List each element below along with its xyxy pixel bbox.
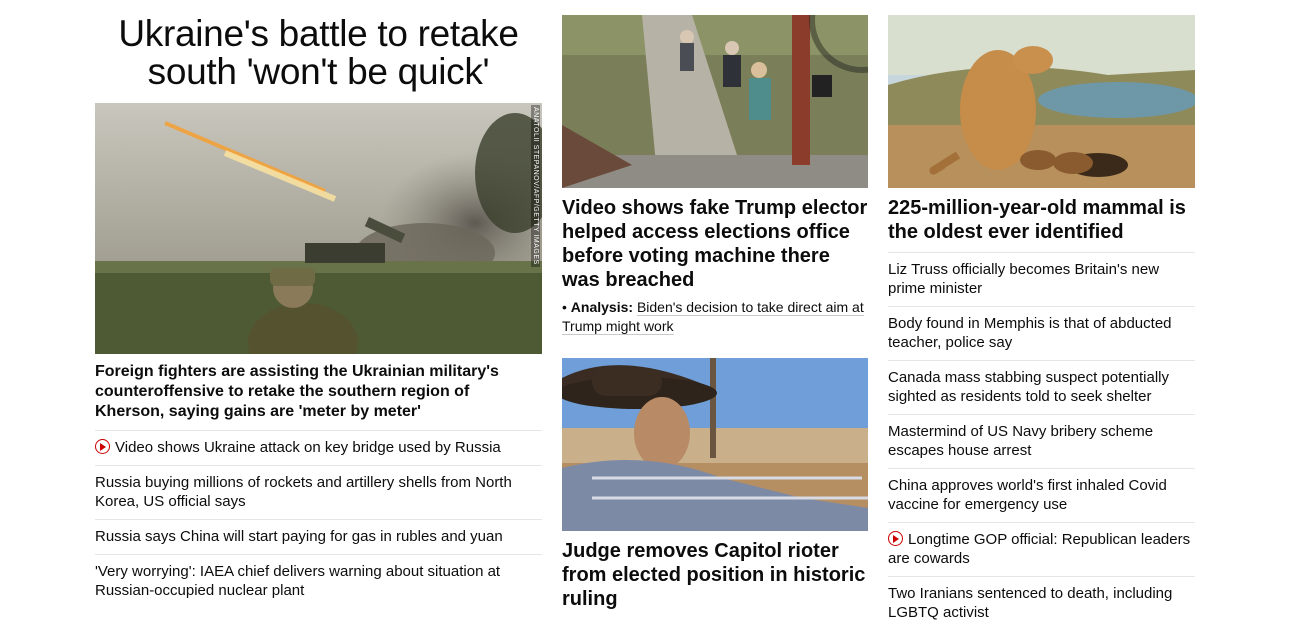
link-text: Two Iranians sentenced to death, includi… — [888, 585, 1173, 621]
link-text: Video shows Ukraine attack on key bridge… — [115, 439, 501, 456]
link-text: Russia buying millions of rockets and ar… — [95, 474, 512, 510]
elector-headline[interactable]: Video shows fake Trump elector helped ac… — [562, 196, 868, 292]
doorbell-camera-photo — [562, 15, 868, 188]
lead-headline[interactable]: Ukraine's battle to retake south 'won't … — [95, 15, 542, 103]
link-text: Canada mass stabbing suspect potentially… — [888, 369, 1170, 405]
right-column: 225-million-year-old mammal is the oldes… — [888, 15, 1195, 630]
headline-list: Liz Truss officially becomes Britain's n… — [888, 252, 1195, 630]
link-text: Russia says China will start paying for … — [95, 528, 503, 545]
list-item[interactable]: Body found in Memphis is that of abducte… — [888, 306, 1195, 360]
analysis-label: Analysis: — [570, 299, 634, 315]
rioter-image[interactable] — [562, 358, 868, 531]
list-item[interactable]: Russia buying millions of rockets and ar… — [95, 465, 542, 519]
play-video-icon — [95, 439, 110, 454]
photo-credit: ANATOLII STEPANOV/AFP/GETTY IMAGES — [531, 105, 540, 267]
list-item[interactable]: Canada mass stabbing suspect potentially… — [888, 360, 1195, 414]
lead-story: Ukraine's battle to retake south 'won't … — [95, 15, 542, 608]
link-text: Mastermind of US Navy bribery scheme esc… — [888, 423, 1154, 459]
list-item[interactable]: China approves world's first inhaled Cov… — [888, 468, 1195, 522]
cowboy-hat-photo — [562, 358, 868, 531]
link-text: 'Very worrying': IAEA chief delivers war… — [95, 563, 501, 599]
rioter-headline[interactable]: Judge removes Capitol rioter from electe… — [562, 539, 868, 611]
list-item[interactable]: Two Iranians sentenced to death, includi… — [888, 576, 1195, 630]
list-item[interactable]: Longtime GOP official: Republican leader… — [888, 522, 1195, 576]
link-text: Liz Truss officially becomes Britain's n… — [888, 261, 1160, 297]
list-item[interactable]: Liz Truss officially becomes Britain's n… — [888, 252, 1195, 306]
related-links: Video shows Ukraine attack on key bridge… — [95, 430, 542, 608]
middle-column: Video shows fake Trump elector helped ac… — [562, 15, 868, 611]
list-item[interactable]: Russia says China will start paying for … — [95, 519, 542, 554]
list-item[interactable]: 'Very worrying': IAEA chief delivers war… — [95, 554, 542, 608]
link-text: Body found in Memphis is that of abducte… — [888, 315, 1172, 351]
analysis-link[interactable]: • Analysis: Biden's decision to take dir… — [562, 298, 868, 336]
prehistoric-mammal-illustration — [888, 15, 1195, 188]
play-video-icon — [888, 531, 903, 546]
lead-description[interactable]: Foreign fighters are assisting the Ukrai… — [95, 362, 542, 422]
mammal-headline[interactable]: 225-million-year-old mammal is the oldes… — [888, 196, 1195, 244]
link-text: China approves world's first inhaled Cov… — [888, 477, 1167, 513]
list-item[interactable]: Video shows Ukraine attack on key bridge… — [95, 430, 542, 465]
mammal-image[interactable] — [888, 15, 1195, 188]
lead-image[interactable]: ANATOLII STEPANOV/AFP/GETTY IMAGES — [95, 103, 542, 354]
list-item[interactable]: Mastermind of US Navy bribery scheme esc… — [888, 414, 1195, 468]
link-text: Longtime GOP official: Republican leader… — [888, 531, 1191, 567]
rocket-launch-photo — [95, 103, 542, 354]
elector-video-image[interactable] — [562, 15, 868, 188]
